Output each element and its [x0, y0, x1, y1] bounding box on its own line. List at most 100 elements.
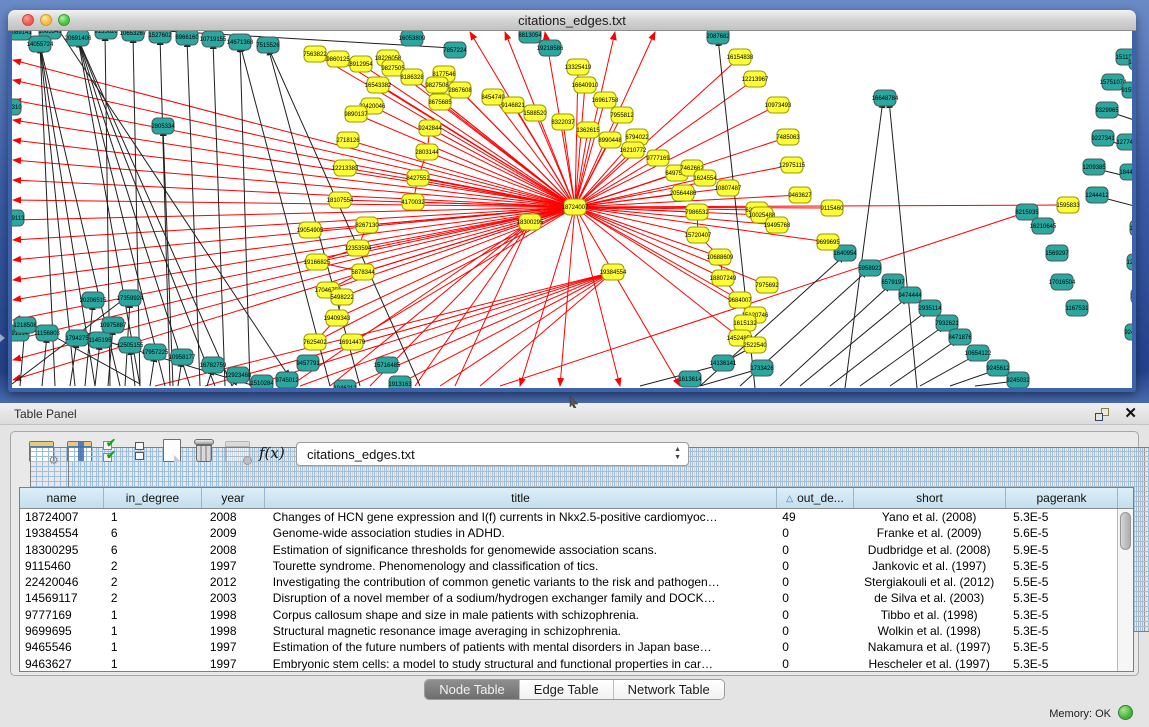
delete-table-icon[interactable] [193, 439, 215, 463]
table-cell[interactable]: 5.3E-5 [1005, 590, 1117, 606]
graph-node[interactable]: 9115460 [821, 200, 845, 216]
graph-node[interactable]: 8675685 [428, 94, 452, 110]
graph-node[interactable]: 1510284 [250, 375, 274, 388]
graph-edge[interactable] [575, 207, 680, 386]
graph-node[interactable]: 1913163 [388, 376, 412, 388]
table-cell[interactable]: Disruption of a novel member of a sodium… [265, 590, 777, 606]
select-stepper-icon[interactable]: ▲▼ [674, 446, 681, 462]
table-cell[interactable]: 9699695 [20, 623, 104, 639]
graph-edge[interactable] [13, 207, 575, 340]
graph-node[interactable]: 7986532 [685, 204, 709, 220]
graph-edge[interactable] [13, 207, 575, 260]
table-cell[interactable]: 5.3E-5 [1005, 607, 1117, 623]
graph-node[interactable]: 2935114 [919, 300, 943, 316]
graph-node[interactable]: 8912954 [349, 56, 373, 72]
table-cell[interactable]: 5.9E-5 [1005, 542, 1117, 558]
table-cell[interactable]: 1997 [202, 656, 265, 671]
table-cell[interactable]: 0 [776, 607, 853, 623]
graph-node[interactable]: 17016504 [1049, 274, 1076, 290]
graph-node[interactable]: 9745012 [275, 372, 299, 388]
table-cell[interactable]: 1997 [202, 639, 265, 655]
graph-node[interactable]: 10958177 [169, 349, 196, 365]
graph-node[interactable]: 16961758 [592, 92, 619, 108]
graph-edge[interactable] [575, 32, 615, 207]
graph-node[interactable]: 16210645 [1030, 218, 1057, 234]
table-cell[interactable]: 5.3E-5 [1005, 656, 1117, 671]
table-cell[interactable]: 9115460 [20, 558, 104, 574]
table-cell[interactable]: Yano et al. (2008) [853, 509, 1005, 525]
tab-node-table[interactable]: Node Table [425, 680, 520, 699]
float-window-icon[interactable] [1095, 408, 1109, 421]
graph-node[interactable]: 16648784 [872, 90, 899, 106]
graph-node[interactable]: 9777169 [646, 150, 670, 166]
table-cell[interactable]: 2 [104, 558, 202, 574]
graph-node[interactable]: 8215935 [1015, 204, 1039, 220]
graph-node[interactable]: 16914479 [339, 334, 366, 350]
table-cell[interactable]: 5.3E-5 [1005, 509, 1117, 525]
table-cell[interactable]: 18724007 [20, 509, 104, 525]
table-cell[interactable]: 1 [104, 623, 202, 639]
table-row[interactable]: 1456911722003Disruption of a novel membe… [20, 590, 1117, 606]
table-cell[interactable]: 1998 [202, 623, 265, 639]
graph-node[interactable]: 9860125 [326, 51, 350, 67]
graph-node[interactable]: 9457791 [296, 355, 320, 371]
graph-node[interactable]: 1206113 [1127, 254, 1132, 270]
graph-node[interactable]: 9155216 [1121, 82, 1132, 98]
column-header[interactable]: △out_de... [777, 488, 854, 508]
table-cell[interactable]: 5.3E-5 [1005, 623, 1117, 639]
graph-node[interactable]: 6966160 [175, 31, 199, 45]
graph-node[interactable]: 2805334 [151, 118, 175, 134]
table-cell[interactable]: Stergiakouli et al. (2012) [853, 574, 1005, 590]
graph-node[interactable]: 12923468 [225, 367, 252, 383]
table-cell[interactable]: 6 [104, 542, 202, 558]
graph-node[interactable]: 5498222 [330, 289, 354, 305]
graph-node[interactable]: 2651310 [12, 99, 22, 115]
tab-edge-table[interactable]: Edge Table [520, 680, 614, 699]
select-rows-icon[interactable]: ✔ ✔ [103, 440, 121, 464]
graph-node[interactable]: 7975692 [755, 277, 779, 293]
graph-node[interactable]: 1277419 [1116, 134, 1132, 150]
graph-node[interactable]: 1733426 [750, 360, 774, 376]
graph-edge[interactable] [356, 114, 575, 207]
table-cell[interactable]: 1997 [202, 558, 265, 574]
scrollbar-thumb[interactable] [1120, 512, 1131, 550]
graph-node[interactable]: 9245612 [986, 360, 1010, 376]
table-cell[interactable]: 2003 [202, 590, 265, 606]
graph-node[interactable]: 12353594 [345, 240, 372, 256]
graph-node[interactable]: 1527602 [148, 31, 172, 43]
graph-node[interactable]: 2087682 [706, 31, 730, 44]
graph-node[interactable]: 1844132 [1119, 164, 1132, 180]
graph-node[interactable]: 2867608 [448, 82, 472, 98]
table-cell[interactable]: Embryonic stem cells: a model to study s… [265, 656, 777, 671]
table-cell[interactable]: 6 [104, 525, 202, 541]
graph-node[interactable]: 1030454 [1130, 288, 1132, 304]
table-cell[interactable]: 1 [104, 607, 202, 623]
graph-node[interactable]: 7955812 [610, 107, 634, 123]
graph-node[interactable]: 16154838 [727, 49, 754, 65]
graph-node[interactable]: 5878344 [351, 264, 375, 280]
table-cell[interactable]: 22420046 [20, 574, 104, 590]
graph-node[interactable]: 1209385 [1082, 159, 1106, 175]
graph-node[interactable]: 2718126 [336, 132, 360, 148]
graph-node[interactable]: 1595801 [1129, 220, 1132, 236]
graph-node[interactable]: 1588520 [523, 105, 547, 121]
table-cell[interactable]: Structural magnetic resonance image aver… [265, 623, 777, 639]
table-row[interactable]: 946554611997Estimation of the future num… [20, 639, 1117, 655]
graph-node[interactable]: 12213967 [742, 71, 769, 87]
graph-node[interactable]: 18807249 [710, 270, 737, 286]
table-cell[interactable]: 0 [776, 525, 853, 541]
graph-node[interactable]: 1624554 [693, 170, 717, 186]
table-cell[interactable]: Genome-wide association studies in ADHD. [265, 525, 777, 541]
graph-node[interactable]: 19495768 [764, 217, 791, 233]
graph-node[interactable]: 8322037 [551, 114, 575, 130]
column-header[interactable]: year [202, 488, 265, 508]
table-cell[interactable]: 0 [776, 558, 853, 574]
graph-node[interactable]: 15720407 [685, 227, 712, 243]
graph-node[interactable]: 10654122 [965, 345, 992, 361]
graph-edge[interactable] [187, 39, 200, 386]
graph-node[interactable]: 9827508 [425, 77, 449, 93]
graph-node[interactable]: 7515526 [256, 37, 280, 53]
table-row[interactable]: 1830029562008Estimation of significance … [20, 542, 1117, 558]
table-cell[interactable]: 1 [104, 639, 202, 655]
graph-node[interactable]: 1167531 [1066, 300, 1090, 316]
